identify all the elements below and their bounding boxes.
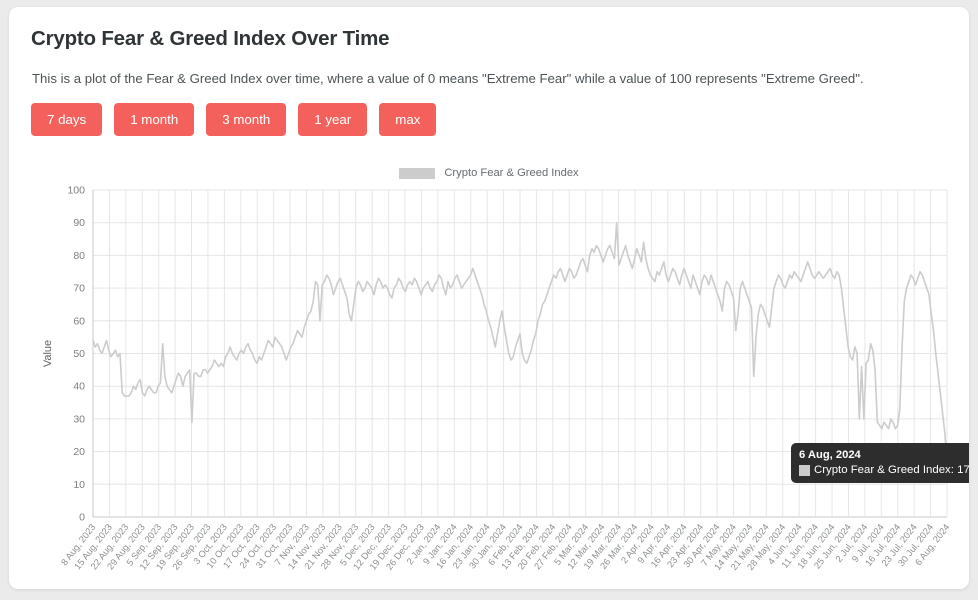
y-axis-tick-labels: 0 10 20 30 40 50 60 70 80 90 100 <box>67 185 85 524</box>
range-button-7-days[interactable]: 7 days <box>31 103 103 136</box>
svg-text:10: 10 <box>73 479 85 491</box>
range-button-group: 7 days 1 month 3 month 1 year max <box>31 103 437 136</box>
chart-container[interactable]: Crypto Fear & Greed Index 0 10 20 30 40 50 60 7… <box>29 162 969 582</box>
chart-tooltip: 6 Aug, 2024 Crypto Fear & Greed Index: 1… <box>791 443 969 483</box>
range-button-1-month[interactable]: 1 month <box>114 103 195 136</box>
svg-text:70: 70 <box>73 283 85 295</box>
line-chart-plot[interactable]: 0 10 20 30 40 50 60 70 80 90 100 8 Aug, 202315 Aug… <box>29 162 949 582</box>
range-button-1-year[interactable]: 1 year <box>298 103 368 136</box>
tooltip-value-row: Crypto Fear & Greed Index: 17 <box>799 463 969 477</box>
x-axis-tick-labels: 8 Aug, 202315 Aug, 202322 Aug, 202329 Au… <box>59 522 949 572</box>
tooltip-swatch-icon <box>799 464 810 476</box>
range-button-max[interactable]: max <box>379 103 437 136</box>
page-title: Crypto Fear & Greed Index Over Time <box>31 27 390 50</box>
chart-card: Crypto Fear & Greed Index Over Time This… <box>9 7 969 589</box>
svg-text:0: 0 <box>79 512 85 524</box>
y-axis-title: Value <box>42 340 54 367</box>
range-button-3-month[interactable]: 3 month <box>206 103 287 136</box>
svg-text:40: 40 <box>73 381 85 393</box>
svg-text:100: 100 <box>67 185 85 197</box>
tooltip-date: 6 Aug, 2024 <box>799 449 861 461</box>
tooltip-value-text: Crypto Fear & Greed Index: 17 <box>814 464 969 476</box>
svg-text:80: 80 <box>73 250 85 262</box>
page-subtitle: This is a plot of the Fear & Greed Index… <box>32 71 864 86</box>
svg-text:30: 30 <box>73 413 85 425</box>
svg-text:60: 60 <box>73 315 85 327</box>
svg-text:50: 50 <box>73 348 85 360</box>
svg-text:90: 90 <box>73 217 85 229</box>
svg-text:20: 20 <box>73 446 85 458</box>
